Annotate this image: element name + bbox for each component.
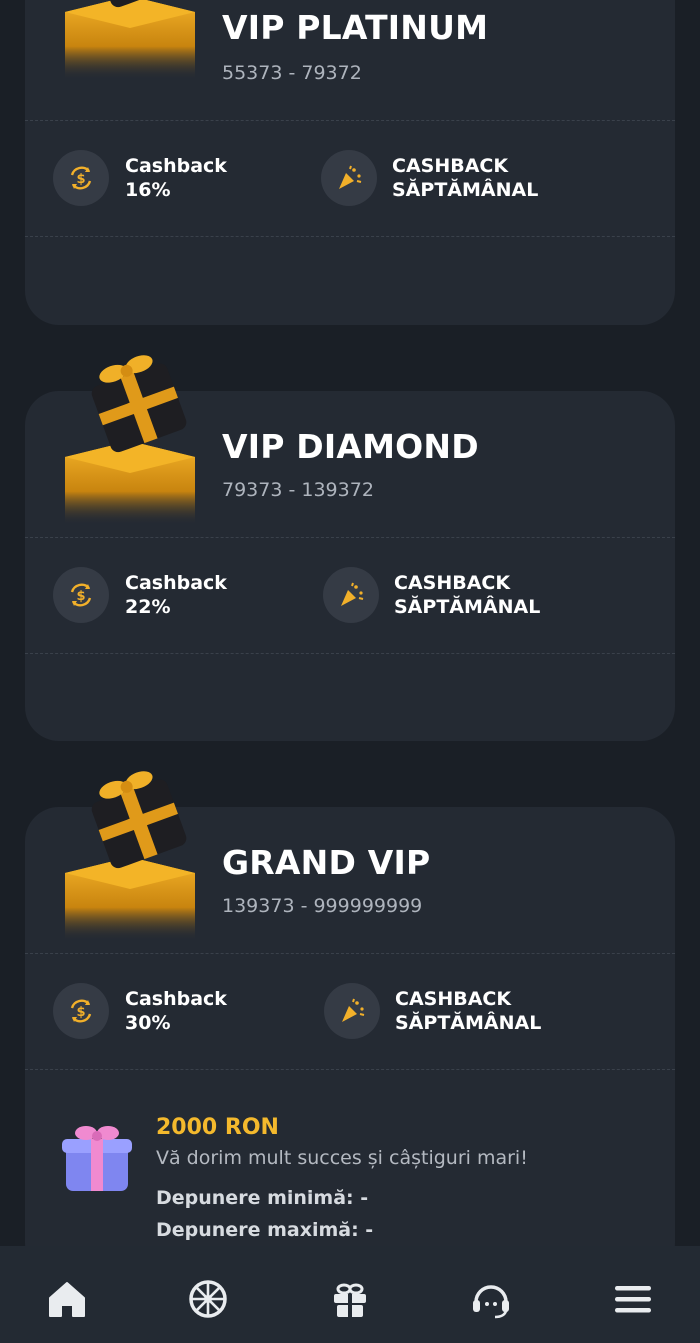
weekly-line1: CASHBACK bbox=[395, 988, 512, 1010]
home-icon bbox=[49, 1282, 85, 1317]
svg-text:$: $ bbox=[76, 172, 85, 187]
bottom-nav bbox=[0, 1246, 700, 1343]
tier-name: VIP DIAMOND bbox=[222, 427, 479, 466]
vip-levels-page: VIP PLATINUM 55373 - 79372 $ Cashback 16… bbox=[0, 0, 700, 1343]
tier-range: 79373 - 139372 bbox=[222, 479, 374, 501]
party-popper-icon bbox=[321, 150, 377, 206]
weekly-cashback-perk: CASHBACK SĂPTĂMÂNAL bbox=[392, 154, 538, 202]
cashback-icon: $ bbox=[53, 983, 109, 1039]
weekly-line1: CASHBACK bbox=[394, 572, 511, 594]
bonus-gift-icon bbox=[60, 1119, 134, 1195]
bonus-message: Vă dorim mult succes și câștiguri mari! bbox=[156, 1147, 528, 1169]
divider bbox=[25, 653, 675, 654]
cashback-perk: Cashback 22% bbox=[125, 571, 227, 619]
menu-icon bbox=[615, 1286, 651, 1313]
tier-name: VIP PLATINUM bbox=[222, 8, 489, 47]
gift-box-icon bbox=[63, 345, 198, 525]
cashback-icon: $ bbox=[53, 150, 109, 206]
party-popper-icon bbox=[324, 983, 380, 1039]
tier-card-platinum: VIP PLATINUM 55373 - 79372 $ Cashback 16… bbox=[25, 0, 675, 325]
cashback-label: Cashback bbox=[125, 572, 227, 594]
nav-support[interactable] bbox=[468, 1276, 514, 1322]
divider bbox=[25, 1069, 675, 1070]
tier-range: 55373 - 79372 bbox=[222, 62, 362, 84]
cashback-value: 16% bbox=[125, 179, 171, 201]
tier-card-grand: GRAND VIP 139373 - 999999999 $ Cashback … bbox=[25, 771, 675, 1277]
support-icon bbox=[473, 1285, 509, 1319]
wheel-icon bbox=[189, 1280, 227, 1318]
nav-home[interactable] bbox=[44, 1276, 90, 1322]
svg-text:$: $ bbox=[76, 1005, 85, 1020]
gift-box-icon bbox=[63, 761, 198, 941]
cashback-perk: Cashback 30% bbox=[125, 987, 227, 1035]
bonus-amount: 2000 RON bbox=[156, 1115, 279, 1140]
max-deposit: Depunere maximă: - bbox=[156, 1219, 374, 1241]
tier-range: 139373 - 999999999 bbox=[222, 895, 423, 917]
divider bbox=[25, 537, 675, 538]
weekly-cashback-perk: CASHBACK SĂPTĂMÂNAL bbox=[394, 571, 540, 619]
gift-box-icon bbox=[63, 0, 198, 80]
cashback-icon: $ bbox=[53, 567, 109, 623]
gift-icon bbox=[334, 1283, 366, 1317]
weekly-line2: SĂPTĂMÂNAL bbox=[395, 1012, 542, 1034]
nav-gift[interactable] bbox=[327, 1276, 373, 1322]
cashback-value: 30% bbox=[125, 1012, 171, 1034]
cashback-perk: Cashback 16% bbox=[125, 154, 227, 202]
nav-wheel[interactable] bbox=[185, 1276, 231, 1322]
party-popper-icon bbox=[323, 567, 379, 623]
tier-card-diamond: VIP DIAMOND 79373 - 139372 $ Cashback 22… bbox=[25, 355, 675, 741]
weekly-line2: SĂPTĂMÂNAL bbox=[392, 179, 539, 201]
nav-menu[interactable] bbox=[610, 1276, 656, 1322]
weekly-line1: CASHBACK bbox=[392, 155, 509, 177]
divider bbox=[25, 953, 675, 954]
min-deposit: Depunere minimă: - bbox=[156, 1187, 369, 1209]
cashback-label: Cashback bbox=[125, 155, 227, 177]
divider bbox=[25, 236, 675, 237]
cashback-value: 22% bbox=[125, 596, 171, 618]
tier-name: GRAND VIP bbox=[222, 843, 431, 882]
weekly-line2: SĂPTĂMÂNAL bbox=[394, 596, 541, 618]
divider bbox=[25, 120, 675, 121]
weekly-cashback-perk: CASHBACK SĂPTĂMÂNAL bbox=[395, 987, 541, 1035]
svg-text:$: $ bbox=[76, 589, 85, 604]
cashback-label: Cashback bbox=[125, 988, 227, 1010]
